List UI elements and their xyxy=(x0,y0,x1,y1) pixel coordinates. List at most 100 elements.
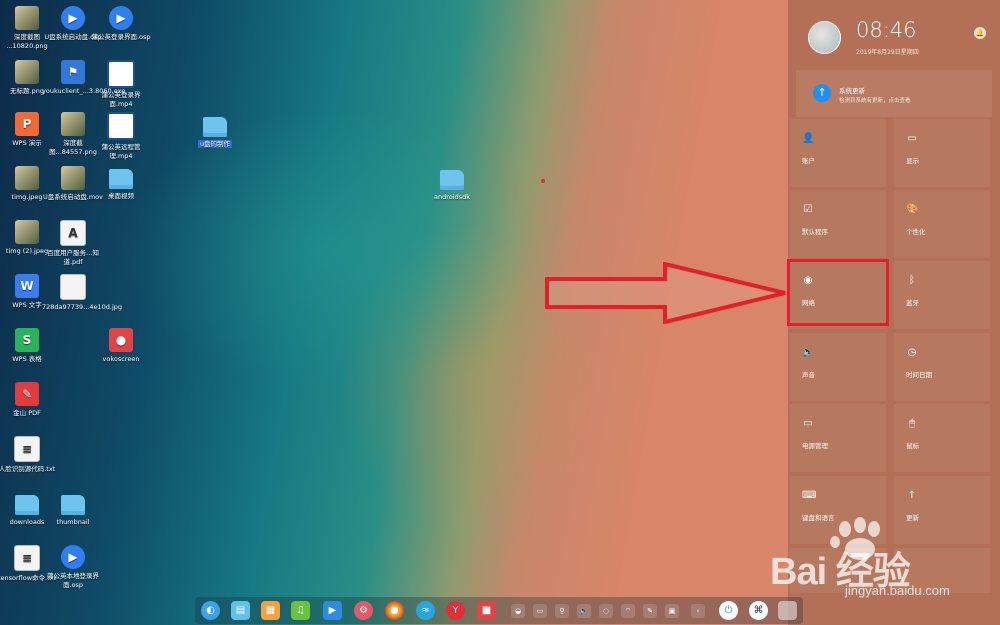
tile-personalization[interactable]: 🎨 个性化 xyxy=(894,190,990,258)
folder-icon xyxy=(61,495,85,515)
battery-icon: ▭ xyxy=(803,418,813,429)
desktop-icon[interactable]: ● vokoscreen xyxy=(90,328,152,364)
tile-bluetooth[interactable]: ᛒ 蓝牙 xyxy=(894,261,990,329)
desktop-icon-label: 728da97739...4e10d.jpg xyxy=(42,303,123,311)
image-file-icon xyxy=(15,60,39,84)
desktop-icon[interactable]: A 百度用户服务...知道.pdf xyxy=(42,220,104,267)
folder-icon xyxy=(203,117,227,137)
update-icon: ↑ xyxy=(907,490,917,501)
tile-power[interactable]: ▭ 电源管理 xyxy=(790,404,886,472)
image-file-icon xyxy=(15,166,39,190)
launcher-icon[interactable]: ⌘ xyxy=(749,601,768,620)
mouse-icon: 🖱 xyxy=(909,418,915,429)
chrome-icon[interactable]: ● xyxy=(385,601,404,620)
desktop-icon[interactable]: androidsdk xyxy=(421,167,483,202)
desktop-icon-label: WPS 文字 xyxy=(12,301,42,309)
desktop-icon-label: timg.jpeg xyxy=(11,193,43,201)
deepin-launcher-icon[interactable]: ◐ xyxy=(201,601,220,620)
bluetooth-icon: ᛒ xyxy=(909,275,915,286)
pdf-reader-icon: ✎ xyxy=(15,382,39,406)
tray-expand-chevron-icon[interactable]: ‹ xyxy=(691,604,705,618)
desktop-icon[interactable]: 桌面视频 xyxy=(90,166,152,201)
tile-label: 鼠标 xyxy=(906,442,919,450)
tile-sound[interactable]: 🔈 声音 xyxy=(790,333,886,401)
update-title: 系统更新 xyxy=(839,87,865,95)
desktop-icon[interactable]: ▶ 蒲公英本地登录界面.osp xyxy=(42,545,104,590)
tray-microphone-icon[interactable]: ⚲ xyxy=(555,604,569,618)
folder-icon xyxy=(15,495,39,515)
desktop-icon[interactable]: ≡ 人脸识别源代码.txt xyxy=(0,436,58,474)
file-manager-icon[interactable]: ▤ xyxy=(231,601,250,620)
video-file-icon xyxy=(107,112,135,140)
browser-icon[interactable]: ≈ xyxy=(416,601,435,620)
pdf-file-icon: A xyxy=(60,220,86,246)
desktop-icon-label: WPS 演示 xyxy=(12,139,42,147)
tile-mouse[interactable]: 🖱 鼠标 xyxy=(894,404,990,472)
video-file-icon xyxy=(61,166,85,190)
tray-volume-icon[interactable]: 🔈 xyxy=(577,604,591,618)
power-icon[interactable]: ⏻ xyxy=(719,601,738,620)
desktop-icon[interactable]: S WPS 表格 xyxy=(0,328,58,364)
update-subtitle: 检测到系统有更新，点击查看 xyxy=(839,98,911,104)
folder-icon xyxy=(109,169,133,189)
tray-keyboard-icon[interactable]: ▭ xyxy=(533,604,547,618)
tile-label: 电源管理 xyxy=(802,442,828,450)
text-file-icon: ≡ xyxy=(14,436,40,462)
desktop-icon-label: WPS 表格 xyxy=(12,355,42,363)
play-file-icon: ▶ xyxy=(109,6,133,30)
screen-recorder-icon: ● xyxy=(109,328,133,352)
tile-label: 声音 xyxy=(802,371,815,379)
desktop-icon-label: thumbnail xyxy=(56,518,90,526)
palette-icon: 🎨 xyxy=(906,204,919,215)
desktop-icon[interactable]: 728da97739...4e10d.jpg xyxy=(42,274,122,312)
avatar[interactable] xyxy=(808,21,841,54)
desktop-icon-label: androidsdk xyxy=(434,193,470,201)
tray-pen-icon[interactable]: ✎ xyxy=(643,604,657,618)
tray-wifi-icon[interactable]: ⌔ xyxy=(621,604,635,618)
tile-label: 账户 xyxy=(802,157,815,165)
user-icon: 👤 xyxy=(802,133,815,144)
play-file-icon: ▶ xyxy=(61,6,85,30)
desktop-icon[interactable]: 蒲公英远程管理.mp4 xyxy=(90,112,152,161)
tile-display[interactable]: ▭ 显示 xyxy=(894,119,990,187)
desktop-icon[interactable]: ✎ 金山 PDF xyxy=(0,382,58,418)
keyboard-icon: ⌨ xyxy=(802,490,817,501)
tile-label: 时间日期 xyxy=(906,371,932,379)
red-highlight-box xyxy=(787,259,889,326)
desktop-icon-label: 百度用户服务...知道.pdf xyxy=(47,249,99,266)
music-player-icon[interactable]: ♫ xyxy=(291,601,310,620)
desktop-icon-label: vokoscreen xyxy=(102,355,140,363)
text-file-icon: ≡ xyxy=(14,545,40,571)
settings-gear-icon[interactable]: ⚙ xyxy=(354,601,373,620)
tray-screenshot-icon[interactable]: ▣ xyxy=(665,604,679,618)
desktop-icon-label: 人脸识别源代码.txt xyxy=(0,465,56,473)
image-file-icon xyxy=(60,274,86,300)
baidu-url-text: jingyan.baidu.com xyxy=(845,583,950,598)
desktop-icon[interactable]: u盘的制作 xyxy=(184,114,246,149)
tray-network-icon[interactable]: ◌ xyxy=(599,604,613,618)
checkbox-icon: ☑ xyxy=(803,204,813,215)
desktop-icon-label: 蒲公英远程管理.mp4 xyxy=(101,143,141,160)
tile-default-apps[interactable]: ☑ 默认程序 xyxy=(790,190,886,258)
desktop-icon-label: downloads xyxy=(9,518,45,526)
desktop-icon-label: u盘的制作 xyxy=(197,140,233,148)
app-store-icon[interactable]: ▦ xyxy=(261,601,280,620)
tray-speedometer-icon[interactable]: ◒ xyxy=(511,604,525,618)
image-file-icon xyxy=(61,112,85,136)
image-file-icon xyxy=(15,6,39,30)
screen-recorder-icon[interactable]: ■ xyxy=(477,601,496,620)
installer-icon: ⚑ xyxy=(61,60,85,84)
yandex-icon[interactable]: Y xyxy=(446,601,465,620)
desktop-icon[interactable]: ▶ 蒲公英登录界面.osp xyxy=(90,6,152,42)
tile-datetime[interactable]: ◷ 时间日期 xyxy=(894,333,990,401)
desktop-icon-label: 蒲公英本地登录界面.osp xyxy=(47,572,99,589)
desktop-icon[interactable]: thumbnail xyxy=(42,492,104,527)
notification-bell-icon[interactable]: 🔔 xyxy=(974,27,986,39)
cursor-dot xyxy=(541,179,545,183)
monitor-icon: ▭ xyxy=(907,133,917,144)
video-player-icon[interactable]: ▶ xyxy=(323,601,342,620)
desktop-icon-label: 无标题.png xyxy=(10,87,44,95)
desktop-icon-label: 金山 PDF xyxy=(13,409,41,417)
tile-account[interactable]: 👤 账户 xyxy=(790,119,886,187)
desktop-icon[interactable]: 蒲公英登录界面.mp4 xyxy=(90,60,152,109)
